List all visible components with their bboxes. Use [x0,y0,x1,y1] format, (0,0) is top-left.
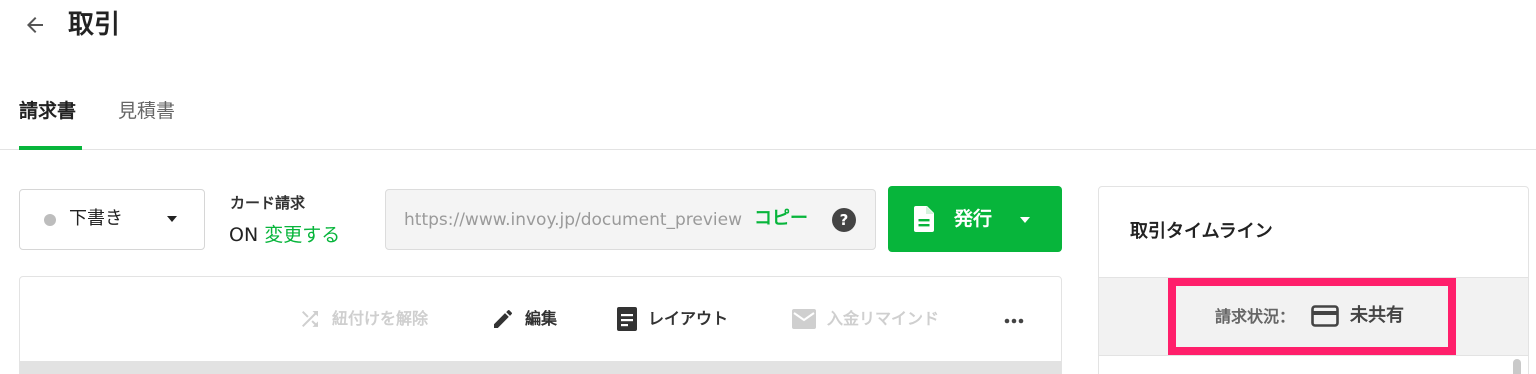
status-dropdown[interactable]: 下書き [19,189,205,250]
tab-quote[interactable]: 見積書 [118,98,175,124]
document-preview-area [20,361,1061,374]
pencil-icon [494,310,512,328]
more-horizontal-icon [1004,318,1024,324]
edit-label: 編集 [525,309,558,328]
share-url-field: https://www.invoy.jp/document_preview コピ… [385,189,876,250]
card-billing-state: ON 変更する [229,221,340,249]
document-panel: 紐付けを解除 編集 レイアウト 入金リマインド [19,276,1062,374]
active-tab-indicator [19,146,82,150]
status-dot-icon [44,214,56,226]
caret-down-icon[interactable] [1020,217,1030,223]
shuffle-icon [302,311,318,327]
status-value: 下書き [69,208,123,229]
edit-button[interactable]: 編集 [491,305,557,333]
unlink-label: 紐付けを解除 [332,309,429,328]
layout-button[interactable]: レイアウト [616,305,728,333]
caret-down-icon [167,216,177,222]
issue-button-label: 発行 [954,208,993,230]
card-billing-change-link[interactable]: 変更する [264,224,340,246]
layout-label: レイアウト [648,309,729,328]
question-circle-icon[interactable]: ? [832,208,856,232]
mail-icon [792,309,816,329]
payment-remind-label: 入金リマインド [827,309,940,328]
issue-button[interactable]: 発行 [888,186,1062,252]
document-lines-icon [617,307,637,331]
arrow-left-icon [27,17,43,33]
highlight-box [1168,278,1456,355]
timeline-title: 取引タイムライン [1130,221,1273,242]
payment-remind-button[interactable]: 入金リマインド [791,305,939,333]
copy-url-button[interactable]: コピー [754,206,808,232]
scrollbar-thumb[interactable] [1513,359,1521,374]
card-billing-title: カード請求 [230,194,306,212]
document-tabs: 請求書 見積書 [0,80,1536,150]
share-url-text[interactable]: https://www.invoy.jp/document_preview [404,207,742,233]
page-title: 取引 [68,10,121,40]
card-billing-on-text: ON [229,224,259,246]
tab-invoice[interactable]: 請求書 [19,98,76,124]
back-button[interactable] [20,10,50,40]
unlink-button[interactable]: 紐付けを解除 [298,305,428,333]
document-icon [914,206,934,232]
more-options-button[interactable] [1002,307,1026,335]
